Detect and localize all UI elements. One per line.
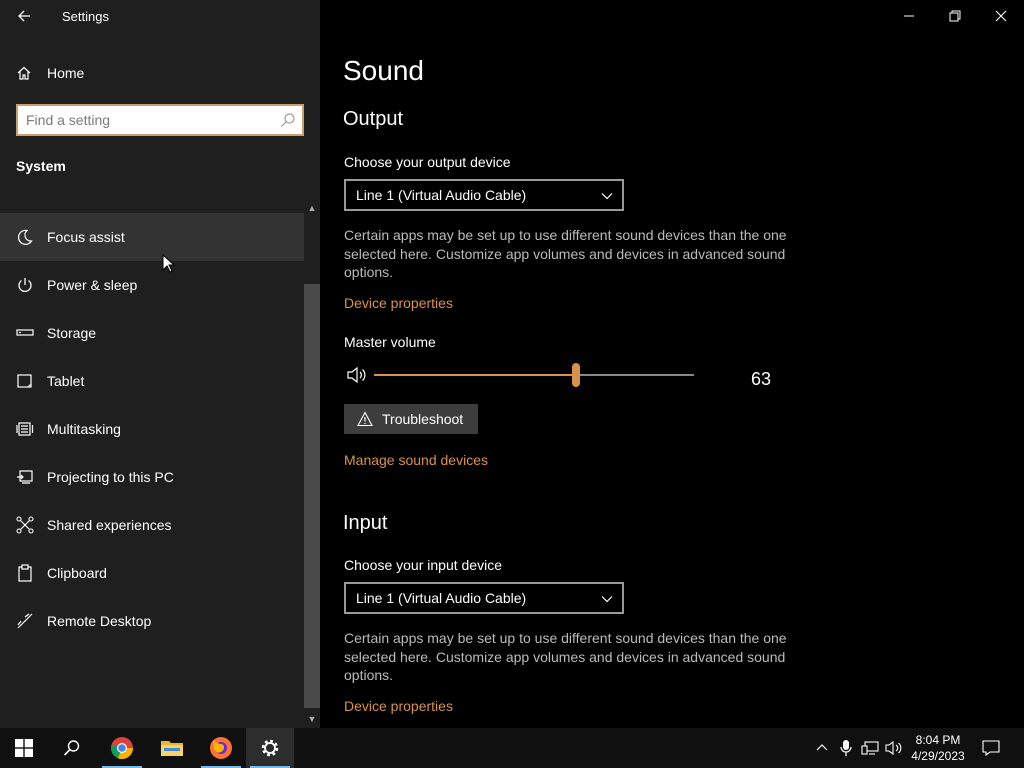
sidebar-item-label: Tablet <box>47 373 85 389</box>
settings-taskbar-button[interactable] <box>246 728 294 768</box>
output-description: Certain apps may be set up to use differ… <box>344 227 787 280</box>
sidebar-item-label: Multitasking <box>47 421 121 437</box>
remote-desktop-icon <box>17 613 33 629</box>
chevron-up-icon <box>816 744 828 751</box>
tablet-icon <box>17 374 32 388</box>
master-volume-slider[interactable] <box>374 363 694 387</box>
sidebar-item-label: Focus assist <box>47 229 125 245</box>
search-icon[interactable] <box>280 112 296 128</box>
chevron-down-icon <box>601 596 613 603</box>
volume-tray-button[interactable] <box>884 738 904 758</box>
troubleshoot-label: Troubleshoot <box>382 411 464 427</box>
power-icon <box>18 278 32 292</box>
action-center-button[interactable] <box>981 738 1001 758</box>
main-content: Sound Output Choose your output device L… <box>320 0 1024 728</box>
sidebar-titlebar: Settings <box>0 0 320 34</box>
file-explorer-taskbar-button[interactable] <box>148 728 196 768</box>
network-icon <box>861 741 879 755</box>
input-device-properties-link[interactable]: Device properties <box>344 698 453 714</box>
folder-icon <box>161 741 183 756</box>
storage-icon <box>16 329 34 336</box>
warning-icon <box>357 411 373 427</box>
taskbar: 8:04 PM 4/29/2023 <box>0 728 1024 768</box>
taskbar-clock[interactable]: 8:04 PM 4/29/2023 <box>906 732 970 764</box>
home-icon <box>17 66 31 80</box>
nav-home-label: Home <box>47 65 85 81</box>
volume-slider-fill <box>374 374 576 376</box>
output-device-properties-link[interactable]: Device properties <box>344 295 453 311</box>
sidebar-item-multitasking[interactable]: Multitasking <box>0 405 304 453</box>
sidebar-item-focus-assist[interactable]: Focus assist <box>0 213 304 261</box>
speaker-icon[interactable] <box>347 366 367 384</box>
volume-slider-thumb[interactable] <box>571 363 580 387</box>
page-title: Sound <box>343 55 424 86</box>
sidebar-item-clipboard[interactable]: Clipboard <box>0 549 304 597</box>
speaker-icon <box>885 740 902 756</box>
sidebar-item-storage[interactable]: Storage <box>0 309 304 357</box>
firefox-taskbar-button[interactable] <box>197 728 245 768</box>
master-volume-label: Master volume <box>344 334 436 350</box>
input-description: Certain apps may be set up to use differ… <box>344 630 787 683</box>
chrome-taskbar-button[interactable] <box>98 728 146 768</box>
input-device-dropdown[interactable]: Line 1 (Virtual Audio Cable) <box>344 582 624 614</box>
windows-logo-icon <box>15 739 33 757</box>
network-tray-button[interactable] <box>860 738 880 758</box>
input-heading: Input <box>343 512 388 534</box>
clipboard-icon <box>18 564 32 582</box>
nav-home[interactable]: Home <box>0 56 304 90</box>
shared-experiences-icon <box>16 516 34 534</box>
search-box[interactable] <box>16 104 304 136</box>
sidebar-item-remote-desktop[interactable]: Remote Desktop <box>0 597 304 645</box>
manage-sound-devices-link[interactable]: Manage sound devices <box>344 452 488 468</box>
sidebar-item-label: Remote Desktop <box>47 613 152 629</box>
show-hidden-icons-button[interactable] <box>812 738 832 758</box>
sidebar-item-projecting[interactable]: Projecting to this PC <box>0 453 304 501</box>
back-button[interactable] <box>8 2 40 30</box>
projecting-icon <box>17 470 33 484</box>
volume-value: 63 <box>751 369 772 389</box>
sidebar-item-tablet[interactable]: Tablet <box>0 357 304 405</box>
scroll-up-arrow[interactable]: ▲ <box>304 201 320 215</box>
input-device-value: Line 1 (Virtual Audio Cable) <box>356 590 527 606</box>
input-device-label: Choose your input device <box>344 557 502 573</box>
nav-list: Focus assist Power & sleep Storage Table… <box>0 213 304 645</box>
output-device-label: Choose your output device <box>344 154 511 170</box>
moon-icon <box>17 229 33 245</box>
sidebar-item-label: Projecting to this PC <box>47 469 174 485</box>
section-label: System <box>16 158 66 174</box>
clock-time: 8:04 PM <box>915 733 961 747</box>
sidebar-scrollbar-thumb[interactable] <box>304 284 320 708</box>
firefox-icon <box>210 737 232 759</box>
search-input[interactable] <box>26 110 276 130</box>
troubleshoot-button[interactable]: Troubleshoot <box>344 404 478 434</box>
multitasking-icon <box>16 422 34 436</box>
sidebar-item-label: Clipboard <box>47 565 107 581</box>
microphone-icon <box>840 740 852 756</box>
gear-icon <box>261 739 279 757</box>
chrome-icon <box>111 737 134 760</box>
sidebar-item-power-sleep[interactable]: Power & sleep <box>0 261 304 309</box>
search-icon <box>63 740 80 756</box>
app-title: Settings <box>62 9 109 24</box>
sidebar: Settings Home System Focus assist Power … <box>0 0 320 728</box>
scroll-down-arrow[interactable]: ▼ <box>304 712 320 726</box>
back-arrow-icon <box>18 10 30 22</box>
microphone-tray-button[interactable] <box>836 738 856 758</box>
taskbar-search-button[interactable] <box>48 728 96 768</box>
sidebar-item-label: Shared experiences <box>47 517 172 533</box>
sidebar-item-label: Power & sleep <box>47 277 138 293</box>
sidebar-item-label: Storage <box>47 325 97 341</box>
notification-icon <box>982 740 1000 756</box>
start-button[interactable] <box>0 728 48 768</box>
output-device-value: Line 1 (Virtual Audio Cable) <box>356 187 527 203</box>
chevron-down-icon <box>601 193 613 200</box>
output-device-dropdown[interactable]: Line 1 (Virtual Audio Cable) <box>344 179 624 211</box>
output-heading: Output <box>343 108 404 130</box>
mouse-cursor-icon <box>162 254 176 273</box>
sidebar-item-shared-experiences[interactable]: Shared experiences <box>0 501 304 549</box>
clock-date: 4/29/2023 <box>911 749 965 763</box>
